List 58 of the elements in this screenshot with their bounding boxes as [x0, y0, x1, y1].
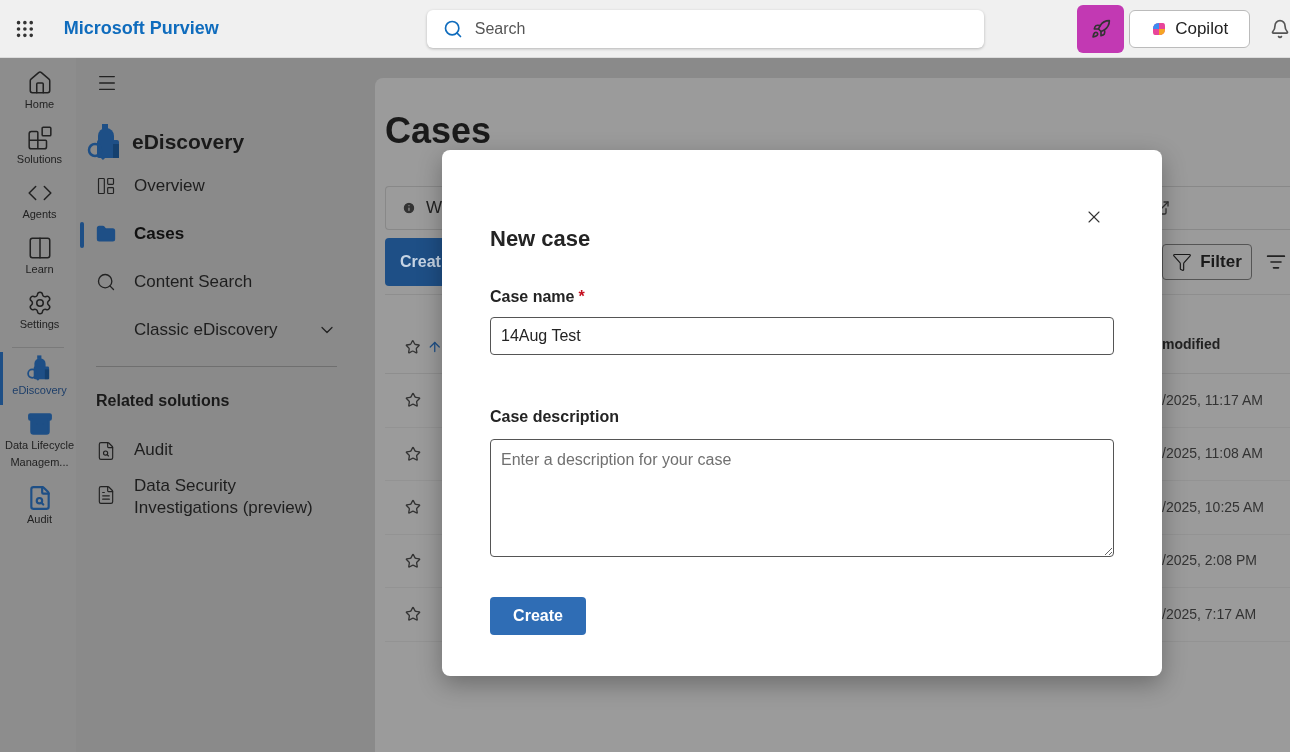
rocket-icon — [1090, 18, 1111, 39]
section-heading: Related solutions — [96, 391, 231, 411]
archive-icon — [26, 411, 53, 437]
table-cell-text: /2025, 7:17 AM — [1162, 604, 1257, 624]
bell-icon[interactable] — [1270, 18, 1290, 39]
settings-icon — [26, 290, 53, 316]
nav-item[interactable]: Cases — [80, 210, 337, 258]
blocks-icon — [26, 125, 53, 151]
rail-item[interactable]: Agents — [0, 178, 76, 229]
filter-icon — [1172, 252, 1193, 272]
search-icon — [96, 272, 116, 292]
table-cell-text: /2025, 10:25 AM — [1162, 497, 1264, 517]
table-cell-text: /2025, 11:08 AM — [1162, 444, 1263, 464]
star-icon[interactable] — [405, 392, 421, 409]
create-button[interactable]: Creat — [385, 238, 442, 286]
table-cell-text: /2025, 2:08 PM — [1162, 551, 1257, 571]
filter-button[interactable]: Filter — [1162, 244, 1252, 280]
create-button[interactable]: Create — [490, 597, 586, 635]
rocket-button[interactable] — [1076, 4, 1125, 53]
search-field[interactable]: Search — [426, 9, 984, 48]
app-title[interactable]: Microsoft Purview — [63, 15, 219, 42]
nav-item[interactable]: Classic eDiscovery — [80, 306, 337, 354]
search-input[interactable]: Search — [474, 16, 968, 41]
dialog-title: New case — [490, 225, 592, 253]
field-label: Case description — [490, 407, 620, 427]
page-title: Cases — [385, 112, 492, 150]
layout-icon — [96, 176, 116, 196]
description-field[interactable]: Enter a description for your case — [490, 439, 1114, 557]
related-item[interactable]: Data Security Investigations (preview) — [96, 475, 337, 519]
nav-item[interactable]: Overview — [80, 162, 337, 210]
star-icon[interactable] — [405, 552, 421, 569]
document-search-icon — [96, 441, 116, 461]
rail-item[interactable]: Solutions — [0, 123, 76, 174]
rail-item[interactable]: Home — [0, 68, 76, 119]
list-icon[interactable] — [1266, 252, 1286, 272]
star-icon[interactable] — [405, 499, 421, 516]
book-icon — [26, 235, 53, 261]
folder-icon — [96, 224, 116, 244]
rail-item[interactable]: Audit — [0, 483, 76, 534]
field-label: Case name * — [490, 287, 586, 307]
rail-item[interactable]: Learn — [0, 233, 76, 284]
rail-item[interactable]: Settings — [0, 288, 76, 339]
nav-item[interactable]: Content Search — [80, 258, 337, 306]
home-icon — [26, 70, 53, 96]
star-icon[interactable] — [405, 606, 421, 623]
nav-title: eDiscovery — [132, 129, 245, 156]
info-text: W — [425, 197, 442, 220]
rail-item[interactable]: Data Lifecycle Managem... — [0, 409, 76, 477]
star-icon[interactable] — [405, 445, 421, 462]
star-icon — [405, 339, 421, 355]
required-mark: * — [578, 288, 585, 305]
related-item[interactable]: Audit — [96, 439, 337, 461]
column-header[interactable]: modified — [1162, 334, 1221, 355]
case-name-field[interactable]: 14Aug Test — [490, 317, 1114, 355]
copilot-icon — [1151, 20, 1168, 37]
copilot-button[interactable]: Copilot — [1129, 9, 1250, 48]
search-icon — [442, 18, 463, 39]
table-cell-text: /2025, 11:17 AM — [1162, 390, 1263, 410]
